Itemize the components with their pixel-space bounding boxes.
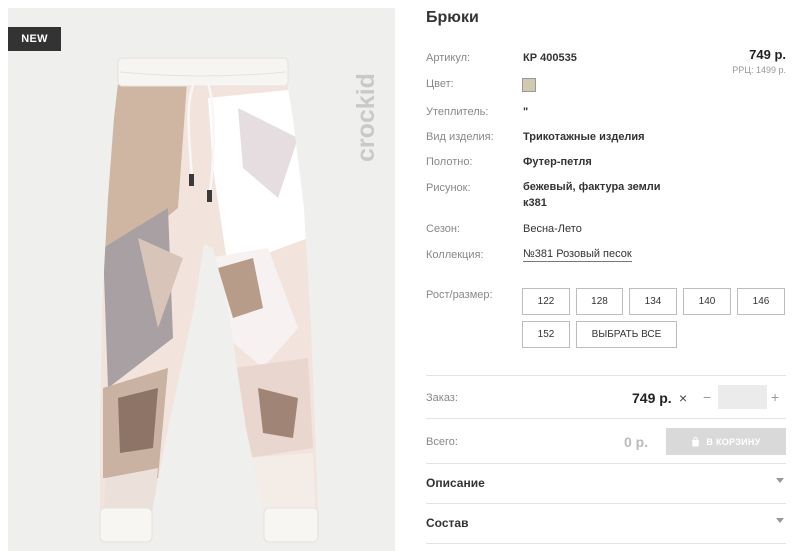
size-option-134[interactable]: 134 — [629, 288, 677, 315]
product-type-label: Вид изделия: — [426, 131, 494, 143]
multiply-icon: × — [679, 390, 688, 406]
brand-logo: crockid — [352, 73, 380, 162]
season-label: Сезон: — [426, 223, 460, 235]
product-image[interactable]: NEW crockid — [8, 8, 395, 551]
size-option-128[interactable]: 128 — [576, 288, 623, 315]
add-to-cart-button[interactable]: В КОРЗИНУ — [666, 428, 786, 455]
accordion-composition[interactable]: Состав — [426, 504, 786, 542]
article-value: КР 400535 — [523, 52, 577, 64]
collection-link[interactable]: №381 Розовый песок — [523, 248, 632, 262]
order-label: Заказ: — [426, 392, 458, 404]
pants-illustration — [99, 57, 319, 543]
pattern-value: бежевый, фактура земли к381 — [523, 181, 661, 209]
size-option-152[interactable]: 152 — [522, 321, 570, 348]
chevron-down-icon — [776, 478, 784, 483]
select-all-sizes-button[interactable]: ВЫБРАТЬ ВСЕ — [576, 321, 677, 348]
brand-logo-text: crockid — [352, 73, 380, 162]
size-label: Рост/размер: — [426, 289, 493, 301]
order-price: 749 р. — [632, 390, 672, 406]
accordion-composition-title: Состав — [426, 516, 469, 530]
accordion-description[interactable]: Описание — [426, 464, 786, 502]
season-value: Весна-Лето — [523, 223, 582, 235]
quantity-decrease-button[interactable]: − — [703, 389, 711, 405]
collection-label: Коллекция: — [426, 249, 484, 261]
divider — [426, 543, 786, 544]
pattern-label: Рисунок: — [426, 182, 471, 194]
size-option-146[interactable]: 146 — [737, 288, 785, 315]
chevron-down-icon — [776, 518, 784, 523]
accordion-description-title: Описание — [426, 476, 485, 490]
article-label: Артикул: — [426, 52, 471, 64]
add-to-cart-label: В КОРЗИНУ — [706, 436, 761, 447]
product-title: Брюки — [426, 9, 479, 26]
insulation-value: " — [523, 106, 529, 118]
color-label: Цвет: — [426, 78, 454, 90]
fabric-value: Футер-петля — [523, 156, 592, 168]
size-option-122[interactable]: 122 — [522, 288, 570, 315]
shopping-bag-icon — [692, 436, 700, 446]
divider — [426, 418, 786, 419]
divider — [426, 375, 786, 376]
color-swatch[interactable] — [522, 78, 536, 92]
new-badge: NEW — [8, 27, 61, 51]
product-type-value: Трикотажные изделия — [523, 131, 645, 143]
recommended-retail-price: РРЦ: 1499 р. — [732, 65, 786, 75]
product-price: 749 р. — [749, 47, 786, 62]
quantity-input[interactable] — [718, 385, 767, 409]
insulation-label: Утеплитель: — [426, 106, 489, 118]
quantity-increase-button[interactable]: + — [771, 389, 779, 405]
total-amount: 0 р. — [624, 434, 649, 450]
size-option-140[interactable]: 140 — [683, 288, 731, 315]
fabric-label: Полотно: — [426, 156, 473, 168]
total-label: Всего: — [426, 436, 458, 448]
